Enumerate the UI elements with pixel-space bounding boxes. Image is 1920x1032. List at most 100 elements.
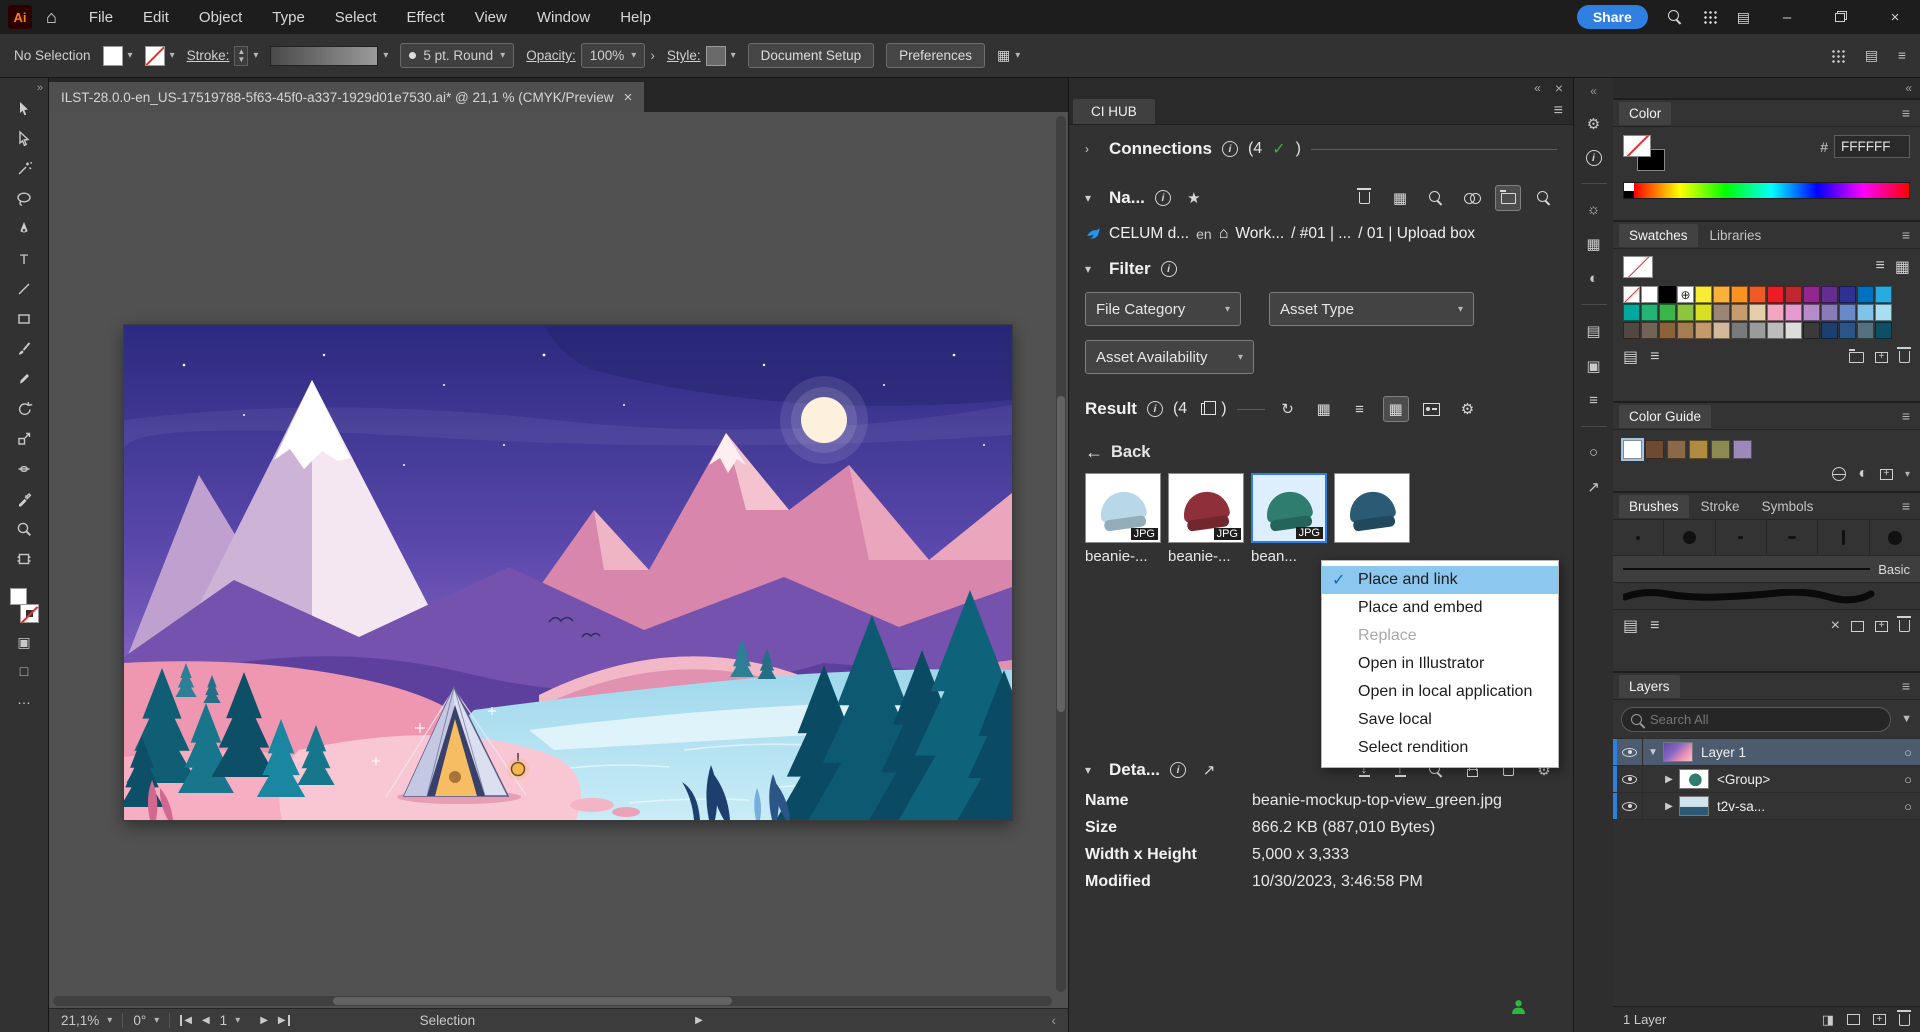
context-menu-item-save-local[interactable]: Save local: [1322, 706, 1558, 734]
swatch-grid-view-icon[interactable]: ▦: [1895, 257, 1910, 277]
layer-target-icon[interactable]: ○: [1904, 772, 1912, 787]
artboard-artwork[interactable]: [124, 325, 1012, 820]
collapsed-panel-rows-icon[interactable]: ▤: [1586, 322, 1600, 340]
lasso-tool-icon[interactable]: [7, 184, 41, 214]
swatch[interactable]: [1821, 322, 1838, 339]
swatch[interactable]: [1645, 440, 1664, 459]
collapsed-panel-gear-icon[interactable]: ⚙: [1587, 115, 1600, 133]
brush-item[interactable]: [1870, 520, 1920, 555]
tab-stroke[interactable]: Stroke: [1691, 495, 1750, 518]
card-view-icon[interactable]: [1419, 396, 1445, 422]
color-guide-panel-menu-icon[interactable]: ≡: [1902, 408, 1914, 424]
width-profile-dropdown-icon[interactable]: ▾: [383, 50, 388, 61]
details-info-icon[interactable]: i: [1170, 762, 1186, 778]
menu-file[interactable]: File: [89, 9, 113, 26]
collapsed-panel-square-icon[interactable]: ▣: [1586, 357, 1600, 375]
swatch[interactable]: [1785, 322, 1802, 339]
context-menu-item-select-rendition[interactable]: Select rendition: [1322, 734, 1558, 762]
swatch[interactable]: [1677, 304, 1694, 321]
cihub-panel-menu-icon[interactable]: ≡: [1554, 102, 1563, 120]
list-view-icon[interactable]: ≡: [1347, 396, 1373, 422]
close-button[interactable]: ×: [1878, 9, 1912, 26]
document-setup-button[interactable]: Document Setup: [748, 43, 875, 68]
thumbnail-size-icon[interactable]: ▦: [1311, 396, 1337, 422]
fill-none-swatch[interactable]: [1623, 135, 1651, 157]
tab-color[interactable]: Color: [1619, 102, 1671, 125]
collapsed-panel-info-icon[interactable]: i: [1586, 150, 1602, 166]
brush-strokes-icon[interactable]: ≡: [1650, 617, 1659, 635]
tab-libraries[interactable]: Libraries: [1700, 224, 1772, 247]
swatch[interactable]: [1803, 286, 1820, 303]
asset-thumbnail[interactable]: JPG: [1168, 473, 1244, 543]
spectrum-gradient[interactable]: [1634, 183, 1909, 198]
file-category-dropdown[interactable]: File Category▾: [1085, 292, 1241, 326]
opacity-expand-icon[interactable]: ›: [650, 48, 655, 63]
opacity-label[interactable]: Opacity:: [526, 48, 576, 63]
navigation-info-icon[interactable]: i: [1155, 190, 1171, 206]
swatch[interactable]: [1803, 304, 1820, 321]
menu-select[interactable]: Select: [335, 9, 377, 26]
layers-filter-icon[interactable]: ▼: [1901, 713, 1912, 725]
layer-name[interactable]: t2v-sa...: [1717, 799, 1904, 814]
swatch[interactable]: [1731, 286, 1748, 303]
style-dropdown-icon[interactable]: ▾: [731, 50, 736, 61]
grid-view-icon[interactable]: ▦: [1383, 396, 1409, 422]
back-navigation[interactable]: ← Back: [1085, 442, 1557, 463]
brush-libraries-icon[interactable]: ▤: [1623, 616, 1638, 636]
home-icon[interactable]: ⌂: [46, 7, 57, 28]
rectangle-tool-icon[interactable]: [7, 304, 41, 334]
collapsed-panel-half-icon[interactable]: ◐: [1589, 270, 1598, 287]
illustrator-logo-icon[interactable]: Ai: [8, 5, 32, 29]
brush-item[interactable]: [1716, 520, 1767, 555]
swatch[interactable]: [1839, 286, 1856, 303]
swatch[interactable]: [1711, 440, 1730, 459]
opacity-dropdown[interactable]: 100% ▾: [581, 43, 646, 68]
swatch[interactable]: [1689, 440, 1708, 459]
swatch[interactable]: [1731, 322, 1748, 339]
swatch-libraries-icon[interactable]: ▤: [1623, 347, 1638, 367]
artboard-tool-icon[interactable]: [7, 544, 41, 574]
layers-search-box[interactable]: [1621, 707, 1891, 732]
context-menu-item-place-and-embed[interactable]: Place and embed: [1322, 594, 1558, 622]
context-menu-item-open-in-local-application[interactable]: Open in local application: [1322, 678, 1558, 706]
layer-visibility-toggle[interactable]: [1617, 766, 1643, 792]
layer-visibility-toggle[interactable]: [1617, 793, 1643, 819]
layers-panel-menu-icon[interactable]: ≡: [1902, 678, 1914, 694]
swatch[interactable]: [1713, 286, 1730, 303]
tab-color-guide[interactable]: Color Guide: [1619, 405, 1711, 428]
swatch[interactable]: [1785, 304, 1802, 321]
swatch[interactable]: [1695, 322, 1712, 339]
breadcrumb-root[interactable]: CELUM d...: [1109, 225, 1189, 243]
menu-object[interactable]: Object: [199, 9, 242, 26]
dock-collapse-icon[interactable]: «: [1905, 81, 1912, 95]
align-dropdown-icon[interactable]: ▾: [1015, 50, 1020, 61]
breadcrumb[interactable]: CELUM d... en ⌂ Work... / #01 | ... / 01…: [1085, 225, 1557, 243]
selection-tool-icon[interactable]: [7, 94, 41, 124]
cihub-close-icon[interactable]: ×: [1555, 80, 1563, 96]
stroke-color-swatch[interactable]: [145, 46, 165, 66]
brushes-panel-menu-icon[interactable]: ≡: [1902, 498, 1914, 514]
swatch[interactable]: [1659, 286, 1676, 303]
delete-swatch-icon[interactable]: [1899, 351, 1910, 363]
stroke-dropdown-icon[interactable]: ▾: [170, 50, 175, 61]
swatch[interactable]: [1839, 304, 1856, 321]
fill-swatch-icon[interactable]: [10, 588, 27, 605]
layer-thumbnail[interactable]: [1679, 796, 1709, 816]
swatch[interactable]: [1623, 286, 1640, 303]
swatch[interactable]: [1767, 286, 1784, 303]
swatch[interactable]: [1803, 322, 1820, 339]
draw-mode-icon[interactable]: ▣: [17, 634, 30, 651]
asset-availability-dropdown[interactable]: Asset Availability▾: [1085, 340, 1254, 374]
toolbar-collapse-icon[interactable]: »: [37, 82, 43, 94]
result-info-icon[interactable]: i: [1147, 401, 1163, 417]
swatch[interactable]: [1749, 304, 1766, 321]
vertical-scrollbar[interactable]: [1056, 116, 1066, 992]
swatch[interactable]: [1667, 440, 1686, 459]
swatch[interactable]: [1713, 304, 1730, 321]
asset-type-dropdown[interactable]: Asset Type▾: [1269, 292, 1474, 326]
collapsed-panel-list-icon[interactable]: ≡: [1589, 392, 1598, 409]
open-external-icon[interactable]: ↗: [1196, 757, 1222, 783]
refresh-icon[interactable]: ↻: [1275, 396, 1301, 422]
swatch[interactable]: [1785, 286, 1802, 303]
minimize-button[interactable]: –: [1770, 9, 1804, 26]
